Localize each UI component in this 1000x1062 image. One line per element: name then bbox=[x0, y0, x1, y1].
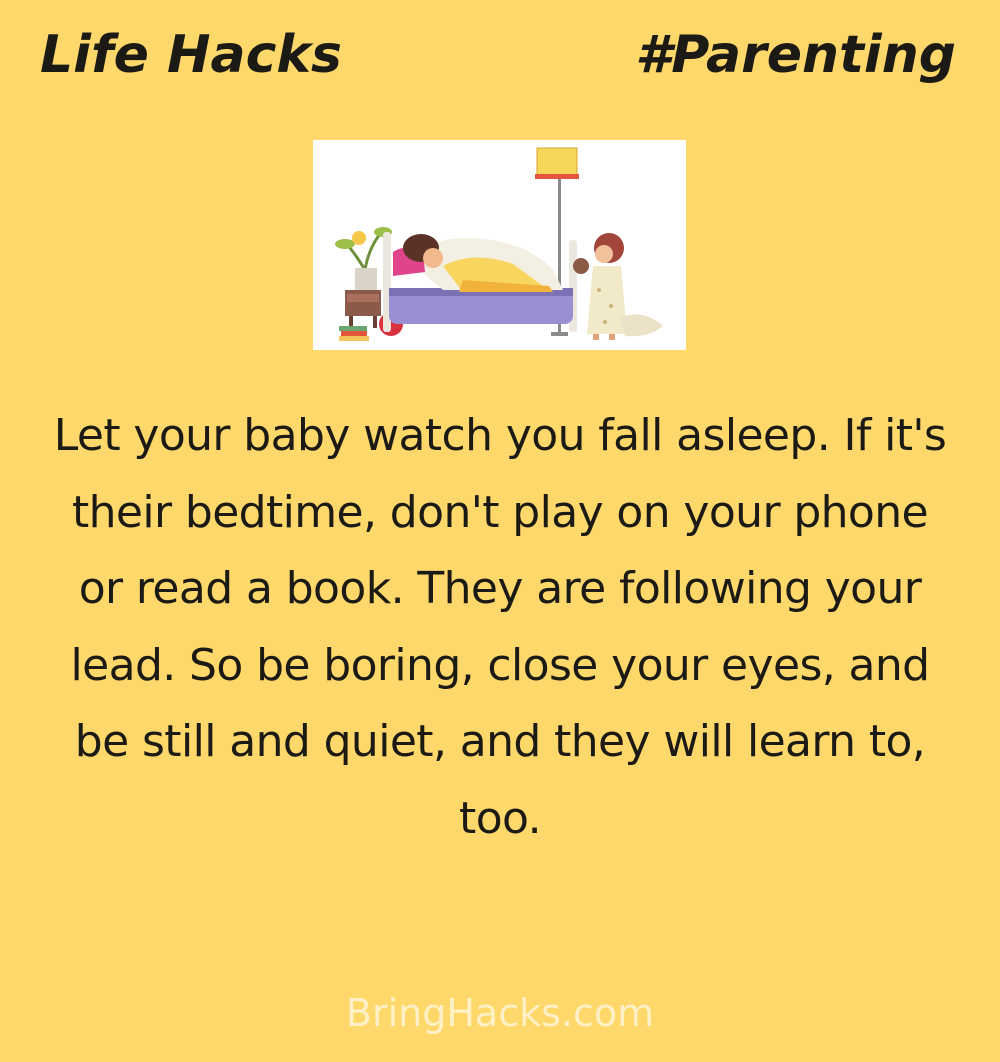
header-title-life-hacks: Life Hacks bbox=[40, 25, 342, 85]
child-icon bbox=[573, 233, 627, 340]
parenting-illustration bbox=[313, 140, 686, 350]
tip-text: Let your baby watch you fall asleep. If … bbox=[53, 410, 947, 844]
header-title-parenting: #Parenting bbox=[635, 25, 956, 85]
footer-site-name: BringHacks.com bbox=[345, 991, 655, 1035]
nightstand-icon bbox=[345, 290, 381, 328]
books-icon bbox=[339, 326, 369, 341]
pillow-icon bbox=[619, 314, 663, 337]
